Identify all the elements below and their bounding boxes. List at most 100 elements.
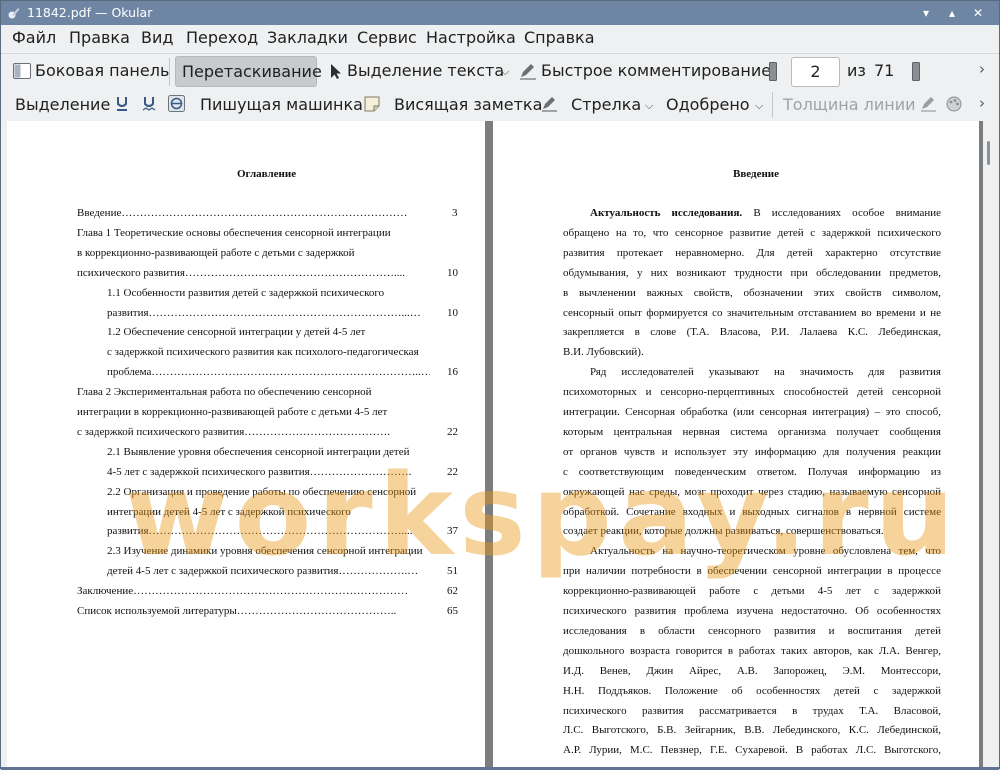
toc-page-number: 10 bbox=[447, 306, 458, 319]
text-line: развития протекает неравномерно. Для дет… bbox=[563, 246, 941, 259]
menu-bookmarks[interactable]: Закладки bbox=[267, 28, 348, 47]
title-bar[interactable]: 11842.pdf — Okular ▾ ▴ ✕ bbox=[1, 1, 999, 25]
vertical-scrollbar[interactable] bbox=[983, 121, 995, 767]
text-line: создает реакции, которые должны развиват… bbox=[563, 525, 884, 538]
text-line: Л.С. Выготского, Б.В. Зейгарник, В.В. Ле… bbox=[563, 724, 941, 737]
typewriter-tool-button[interactable]: Пишущая машинка bbox=[200, 95, 363, 114]
menu-settings[interactable]: Настройка bbox=[426, 28, 516, 47]
stamp-tool-button[interactable]: Одобрено bbox=[666, 95, 750, 114]
text-line: при наличии потребности в обеспечении се… bbox=[563, 565, 941, 578]
toc-page-number: 37 bbox=[447, 525, 458, 538]
text-line: психомоторных и сенсорно-перцептивных сп… bbox=[563, 386, 941, 399]
menu-bar: Файл Правка Вид Переход Закладки Сервис … bbox=[1, 25, 999, 51]
close-button[interactable]: ✕ bbox=[969, 4, 987, 22]
chevron-down-icon[interactable]: ⌵ bbox=[645, 99, 653, 113]
toolbar-separator bbox=[169, 58, 170, 86]
menu-edit[interactable]: Правка bbox=[69, 28, 130, 47]
chevron-down-icon[interactable]: ⌵ bbox=[501, 65, 509, 79]
underline-icon[interactable] bbox=[115, 96, 129, 112]
selection-tool-button[interactable]: Выделение bbox=[15, 95, 110, 114]
toc-entry: детей 4-5 лет с задержкой психического р… bbox=[107, 565, 419, 578]
text-line: психического развития рассматривается в … bbox=[563, 704, 941, 717]
menu-view[interactable]: Вид bbox=[141, 28, 173, 47]
palette-icon bbox=[946, 96, 962, 112]
toc-page-number: 10 bbox=[447, 266, 458, 279]
sidebar-panel-icon bbox=[13, 63, 31, 79]
note-icon bbox=[364, 96, 380, 112]
toc-entry: Список используемой литературы…………………………… bbox=[77, 605, 397, 617]
text-line: Ряд исследователей указывают на значимос… bbox=[590, 366, 941, 379]
toc-entry: в коррекционно-развивающей работе с деть… bbox=[77, 246, 355, 259]
minimize-button[interactable]: ▾ bbox=[917, 4, 935, 22]
toc-entry: 4-5 лет с задержкой психического развити… bbox=[107, 465, 412, 478]
page-number-input[interactable]: 2 bbox=[791, 57, 840, 87]
toc-entry: интеграции в коррекционно-развивающей ра… bbox=[77, 406, 388, 418]
page-of-label: из bbox=[847, 61, 866, 80]
text-line: обработкой. Сочетание входных и выходных… bbox=[563, 505, 941, 518]
quick-annotation-button[interactable]: Быстрое комментирование bbox=[541, 61, 771, 80]
toc-page-number: 22 bbox=[447, 425, 458, 438]
line-width-button[interactable]: Толщина линии bbox=[783, 95, 916, 114]
text-line: с соответствующим поведенческим ответом.… bbox=[563, 465, 941, 478]
text-line: в вычленении важных свойств, обозначении… bbox=[563, 286, 941, 299]
okular-app-icon bbox=[8, 8, 20, 19]
text-line: Актуальность исследования. В исследовани… bbox=[590, 207, 941, 219]
text-cursor-icon bbox=[331, 64, 341, 79]
toc-entry: интеграции детей 4-5 лет с задержкой пси… bbox=[107, 505, 351, 518]
pdf-page-introduction: Введение Актуальность исследования. В ис… bbox=[493, 121, 979, 767]
color-pencil-icon bbox=[921, 97, 936, 112]
window-title: 11842.pdf — Okular bbox=[27, 5, 153, 20]
text-line: сенсорный опыт формируется со значительн… bbox=[563, 306, 941, 319]
toolbar-overflow-button[interactable]: › bbox=[979, 60, 985, 78]
pop-up-note-button[interactable]: Висящая заметка bbox=[394, 95, 542, 114]
text-line: В.И. Лубовский). bbox=[563, 346, 644, 359]
toc-page-number: 65 bbox=[447, 605, 458, 617]
toc-entry: 2.2 Организация и проведение работы по о… bbox=[107, 485, 417, 498]
introduction-heading: Введение bbox=[733, 168, 780, 180]
text-selection-button[interactable]: Выделение текста bbox=[347, 61, 504, 80]
toc-entry: 1.1 Особенности развития детей с задержк… bbox=[107, 286, 385, 299]
text-line: исследования в области сенсорного развит… bbox=[563, 624, 941, 637]
toc-page-number: 51 bbox=[447, 565, 458, 578]
menu-tools[interactable]: Сервис bbox=[357, 28, 417, 47]
toc-entry: Глава 2 Экспериментальная работа по обес… bbox=[77, 386, 372, 399]
main-toolbar: Боковая панель Перетаскивание Выделение … bbox=[1, 53, 999, 89]
page-total: 71 bbox=[874, 61, 895, 80]
toc-page-number: 62 bbox=[447, 585, 458, 598]
toolbar-overflow-button[interactable]: › bbox=[979, 94, 985, 112]
sidebar-toggle-button[interactable]: Боковая панель bbox=[35, 61, 169, 80]
drag-mode-button[interactable]: Перетаскивание bbox=[175, 56, 322, 87]
document-view[interactable]: Оглавление Введение………………………………………………………… bbox=[7, 121, 995, 767]
text-line: которым центральная нервная система орга… bbox=[563, 425, 941, 438]
text-line: психического развития проблема изучена н… bbox=[563, 605, 941, 617]
toc-entry: развития……………………………………………………………...… bbox=[107, 306, 421, 319]
toc-entry: с задержкой психического развития…………………… bbox=[77, 425, 391, 438]
maximize-button[interactable]: ▴ bbox=[943, 4, 961, 22]
text-line: закрепляется в слове (Т.А. Власова, Р.И.… bbox=[563, 326, 941, 339]
text-line: дошкольного возраста говорится в работах… bbox=[563, 644, 941, 657]
pdf-page-toc: Оглавление Введение………………………………………………………… bbox=[7, 121, 485, 767]
text-line: Актуальность на научно-теоретическом уро… bbox=[590, 545, 941, 558]
menu-go[interactable]: Переход bbox=[186, 28, 258, 47]
bold-lead: Актуальность исследования. bbox=[590, 207, 754, 219]
text-line: от органов чувств и использует эту инфор… bbox=[563, 445, 941, 458]
squiggle-underline-icon[interactable] bbox=[142, 96, 156, 112]
strikeout-icon[interactable] bbox=[168, 95, 185, 112]
toc-entry: развития…………………………………………………………….... bbox=[107, 525, 413, 538]
text-line: окружающей нас среды, мозг проходит чере… bbox=[563, 485, 941, 498]
text-line: коррекционно-развивающей работе с детьми… bbox=[563, 585, 941, 598]
toc-entry: психического развития…………………………………………………… bbox=[77, 266, 405, 279]
toc-entry: Глава 1 Теоретические основы обеспечения… bbox=[77, 226, 391, 239]
annotation-toolbar: Выделение Пишущая машинка Висящая заметк… bbox=[1, 89, 999, 121]
menu-file[interactable]: Файл bbox=[12, 28, 56, 47]
scrollbar-thumb[interactable] bbox=[987, 141, 990, 165]
next-page-icon[interactable] bbox=[912, 62, 920, 81]
menu-help[interactable]: Справка bbox=[524, 28, 595, 47]
text-line: интеграции. Сенсорная обработка (или сен… bbox=[563, 406, 941, 418]
toc-entry: проблема………………………………………………………………..….. bbox=[107, 366, 430, 379]
toc-heading: Оглавление bbox=[237, 168, 297, 180]
previous-page-icon[interactable] bbox=[769, 62, 777, 81]
chevron-down-icon[interactable]: ⌵ bbox=[755, 99, 763, 113]
arrow-tool-icon bbox=[542, 97, 557, 112]
arrow-tool-button[interactable]: Стрелка bbox=[571, 95, 641, 114]
